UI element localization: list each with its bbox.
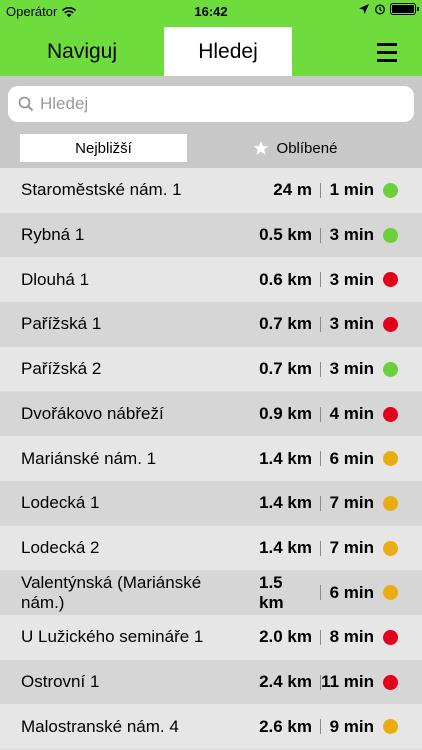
stop-walk-time: 3 min: [329, 269, 374, 289]
divider: [320, 317, 321, 333]
stop-name: Lodecká 1: [21, 493, 100, 513]
stop-walk-time: 1 min: [329, 180, 374, 200]
stop-distance: 24 m: [273, 180, 312, 200]
tab-naviguj[interactable]: Naviguj: [0, 27, 164, 76]
search-icon: [18, 96, 34, 112]
stop-distance: 0.9 km: [259, 403, 312, 423]
divider: [320, 719, 321, 735]
divider: [320, 361, 321, 377]
search-area: Nejbližší Oblíbené: [0, 76, 422, 168]
stop-name: Malostranské nám. 4: [21, 716, 179, 736]
status-bar: Operátor 16:42: [0, 0, 422, 22]
star-icon: [253, 141, 268, 155]
divider: [320, 495, 321, 511]
status-dot: [383, 451, 398, 467]
stop-walk-time: 3 min: [329, 225, 374, 245]
stop-distance: 2.6 km: [259, 716, 312, 736]
list-item[interactable]: Pařížská 1 0.7 km 3 min: [0, 302, 422, 347]
stop-distance: 0.7 km: [259, 314, 312, 334]
status-dot: [383, 630, 398, 645]
stop-distance: 0.6 km: [259, 269, 312, 289]
alarm-icon: [375, 4, 385, 15]
divider: [320, 272, 321, 288]
segmented-control: Nejbližší Oblíbené: [20, 134, 403, 162]
stop-walk-time: 9 min: [329, 716, 374, 736]
stop-distance: 0.5 km: [259, 225, 312, 245]
status-dot: [383, 361, 398, 377]
status-dot: [383, 227, 398, 243]
segment-favorites-label: Oblíbené: [276, 139, 338, 157]
list-item[interactable]: Lodecká 1 1.4 km 7 min: [0, 480, 422, 526]
stop-distance: 1.4 km: [259, 493, 312, 513]
divider: [320, 406, 321, 422]
battery-icon: [390, 3, 419, 15]
list-item[interactable]: Rybná 1 0.5 km 3 min: [0, 212, 422, 258]
stop-walk-time: 4 min: [329, 403, 374, 423]
stop-name: Rybná 1: [21, 225, 85, 245]
search-box[interactable]: [8, 86, 414, 122]
divider: [320, 540, 321, 556]
list-item[interactable]: U Lužického semináře 1 2.0 km 8 min: [0, 615, 422, 660]
stop-walk-time: 11 min: [321, 672, 374, 692]
status-dot: [383, 495, 398, 511]
list-item[interactable]: Ostrovní 1 2.4 km 11 min: [0, 659, 422, 705]
stop-name: Dvořákovo nábřeží: [21, 403, 164, 423]
divider: [320, 183, 321, 198]
list-item[interactable]: Dlouhá 1 0.6 km 3 min: [0, 257, 422, 303]
stop-name: Ostrovní 1: [21, 672, 100, 692]
stop-walk-time: 8 min: [329, 627, 374, 647]
divider: [320, 630, 321, 645]
stop-distance: 1.4 km: [259, 537, 312, 557]
status-dot: [383, 317, 398, 333]
status-dot: [383, 406, 398, 422]
stop-walk-time: 6 min: [329, 448, 374, 468]
list-item[interactable]: Pařížská 2 0.7 km 3 min: [0, 346, 422, 392]
list-item[interactable]: Dvořákovo nábřeží 0.9 km 4 min: [0, 391, 422, 437]
tab-hledej[interactable]: Hledej: [164, 27, 292, 76]
stop-name: Pařížská 1: [21, 314, 102, 334]
location-arrow-icon: [359, 4, 369, 14]
search-input[interactable]: [40, 94, 400, 114]
status-dot: [383, 674, 398, 690]
stop-walk-time: 3 min: [329, 359, 374, 379]
list-item[interactable]: Staroměstské nám. 1 24 m 1 min: [0, 168, 422, 213]
divider: [320, 227, 321, 243]
status-dot: [383, 719, 398, 735]
stop-walk-time: 3 min: [329, 314, 374, 334]
stop-name: Dlouhá 1: [21, 269, 90, 289]
status-dot: [383, 540, 398, 556]
list-item[interactable]: Malostranské nám. 4 2.6 km 9 min: [0, 704, 422, 750]
stop-name: Lodecká 2: [21, 537, 100, 557]
stop-name: Valentýnská (Mariánské nám.): [21, 572, 202, 612]
stop-distance: 1.4 km: [259, 448, 312, 468]
stop-name: U Lužického semináře 1: [21, 627, 204, 647]
stop-name: Pařížská 2: [21, 359, 102, 379]
stop-list[interactable]: Staroměstské nám. 1 24 m 1 min Rybná 1 0.5 k…: [0, 168, 422, 750]
stop-name: Mariánské nám. 1: [21, 448, 157, 468]
stop-distance: 2.0 km: [259, 627, 312, 647]
app-header: Operátor 16:42 Naviguj Hledej: [0, 0, 422, 76]
stop-walk-time: 7 min: [329, 537, 374, 557]
list-item[interactable]: Valentýnská (Mariánské nám.) 1.5 km 6 min: [0, 570, 422, 615]
segment-nearest[interactable]: Nejbližší: [20, 134, 187, 162]
list-item[interactable]: Lodecká 2 1.4 km 7 min: [0, 525, 422, 571]
hamburger-menu-icon[interactable]: [370, 40, 404, 64]
status-dot: [383, 585, 398, 601]
list-item[interactable]: Mariánské nám. 1 1.4 km 6 min: [0, 436, 422, 481]
stop-distance: 2.4 km: [259, 672, 312, 692]
stop-walk-time: 7 min: [329, 493, 374, 513]
status-dot: [383, 183, 398, 198]
status-dot: [383, 272, 398, 288]
stop-name: Staroměstské nám. 1: [21, 180, 182, 200]
stop-distance: 0.7 km: [259, 359, 312, 379]
segment-favorites[interactable]: Oblíbené: [187, 134, 403, 162]
divider: [320, 451, 321, 467]
stop-distance: 1.5 km: [259, 572, 284, 612]
divider: [320, 585, 321, 601]
stop-walk-time: 6 min: [329, 582, 374, 602]
